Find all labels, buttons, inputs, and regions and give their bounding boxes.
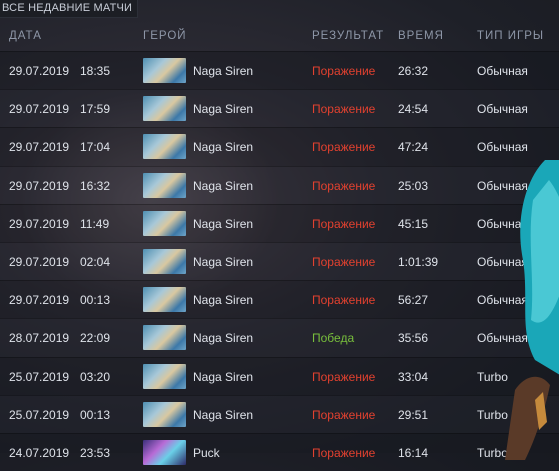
- match-duration: 47:24: [398, 140, 429, 155]
- hero-name: Naga Siren: [193, 369, 254, 384]
- match-row[interactable]: 25.07.2019 03:20 Naga Siren Поражение 33:04 T…: [0, 356, 559, 395]
- match-date: 29.07.2019: [9, 64, 70, 78]
- hero-name: Naga Siren: [193, 64, 254, 78]
- column-header-duration[interactable]: ВРЕМЯ: [398, 30, 444, 42]
- column-header-mode[interactable]: ТИП ИГРЫ: [477, 30, 544, 42]
- hero-portrait-icon: [143, 248, 186, 274]
- game-mode: Обычная: [477, 254, 528, 269]
- hero-name: Naga Siren: [193, 216, 254, 231]
- hero-portrait-icon: [143, 58, 186, 83]
- match-date: 29.07.2019: [9, 216, 70, 231]
- hero-name: Naga Siren: [193, 102, 254, 117]
- match-date: 28.07.2019: [9, 331, 70, 346]
- match-date: 29.07.2019: [9, 254, 70, 269]
- column-header-date[interactable]: ДАТА: [9, 30, 42, 42]
- hero-portrait-icon: [143, 439, 186, 465]
- hero-portrait-icon: [143, 325, 186, 351]
- match-time: 17:59: [80, 102, 111, 117]
- hero-name: Naga Siren: [193, 254, 254, 269]
- match-duration: 1:01:39: [398, 254, 439, 269]
- match-duration: 25:03: [398, 178, 429, 193]
- match-row[interactable]: 29.07.2019 16:32 Naga Siren Поражение 25:03 О…: [0, 165, 559, 204]
- game-mode: Обычная: [477, 331, 528, 346]
- match-row[interactable]: 28.07.2019 22:09 Naga Siren Победа 35:56 Обыч…: [0, 318, 559, 357]
- match-result: Поражение: [312, 293, 376, 308]
- match-date: 29.07.2019: [9, 140, 70, 155]
- match-duration: 26:32: [398, 64, 429, 78]
- match-time: 00:13: [80, 407, 111, 422]
- game-mode: Обычная: [477, 64, 528, 78]
- match-result: Поражение: [312, 178, 376, 193]
- match-duration: 29:51: [398, 407, 429, 422]
- hero-portrait-icon: [143, 287, 186, 313]
- panel-title[interactable]: ВСЕ НЕДАВНИЕ МАТЧИ: [0, 0, 139, 18]
- match-result: Поражение: [312, 407, 376, 422]
- match-row[interactable]: 29.07.2019 00:13 Naga Siren Поражение 56:27 О…: [0, 280, 559, 319]
- hero-portrait-icon: [143, 134, 186, 160]
- match-time: 00:13: [80, 293, 111, 308]
- hero-portrait-icon: [143, 172, 186, 198]
- match-duration: 56:27: [398, 293, 429, 308]
- match-time: 22:09: [80, 331, 111, 346]
- match-row[interactable]: 24.07.2019 23:53 Puck Поражение 16:14 Turbo: [0, 432, 559, 471]
- game-mode: Обычная: [477, 178, 528, 193]
- game-mode: Turbo: [477, 369, 508, 384]
- match-result: Поражение: [312, 254, 376, 269]
- column-header-hero[interactable]: ГЕРОЙ: [143, 30, 187, 42]
- game-mode: Обычная: [477, 102, 528, 117]
- match-result: Поражение: [312, 102, 376, 117]
- hero-portrait-icon: [143, 210, 186, 236]
- match-date: 25.07.2019: [9, 407, 70, 422]
- match-duration: 35:56: [398, 331, 429, 346]
- match-row[interactable]: 29.07.2019 11:49 Naga Siren Поражение 45:15 О…: [0, 203, 559, 242]
- game-mode: Обычная: [477, 140, 528, 155]
- match-duration: 24:54: [398, 102, 429, 117]
- match-result: Поражение: [312, 140, 376, 155]
- match-row[interactable]: 29.07.2019 17:04 Naga Siren Поражение 47:24 О…: [0, 127, 559, 166]
- match-duration: 45:15: [398, 216, 429, 231]
- match-result: Победа: [312, 331, 355, 346]
- hero-name: Naga Siren: [193, 331, 254, 346]
- match-time: 03:20: [80, 369, 111, 384]
- column-header-result[interactable]: РЕЗУЛЬТАТ: [312, 30, 384, 42]
- match-date: 29.07.2019: [9, 178, 70, 193]
- hero-name: Naga Siren: [193, 178, 254, 193]
- hero-name: Naga Siren: [193, 293, 254, 308]
- match-duration: 33:04: [398, 369, 429, 384]
- hero-portrait-icon: [143, 96, 186, 122]
- match-time: 02:04: [80, 254, 111, 269]
- match-result: Поражение: [312, 216, 376, 231]
- table-header: ДАТА ГЕРОЙ РЕЗУЛЬТАТ ВРЕМЯ ТИП ИГРЫ: [0, 22, 559, 50]
- match-row[interactable]: 25.07.2019 00:13 Naga Siren Поражение 29:51 T…: [0, 394, 559, 433]
- game-mode: Turbo: [477, 407, 508, 422]
- match-date: 25.07.2019: [9, 369, 70, 384]
- match-date: 29.07.2019: [9, 102, 70, 117]
- hero-portrait-icon: [143, 363, 186, 389]
- match-time: 17:04: [80, 140, 111, 155]
- match-date: 29.07.2019: [9, 293, 70, 308]
- match-row[interactable]: 29.07.2019 18:35 Naga Siren Поражение 26:32 О…: [0, 51, 559, 90]
- match-result: Поражение: [312, 64, 376, 78]
- game-mode: Обычная: [477, 216, 528, 231]
- match-time: 18:35: [80, 64, 111, 78]
- match-row[interactable]: 29.07.2019 17:59 Naga Siren Поражение 24:54 О…: [0, 89, 559, 128]
- hero-name: Naga Siren: [193, 407, 254, 422]
- match-list: 29.07.2019 18:35 Naga Siren Поражение 26:32 О…: [0, 51, 559, 471]
- hero-name: Naga Siren: [193, 140, 254, 155]
- match-time: 11:49: [80, 216, 110, 231]
- match-row[interactable]: 29.07.2019 02:04 Naga Siren Поражение 1:01:3…: [0, 241, 559, 281]
- game-mode: Обычная: [477, 293, 528, 308]
- match-time: 16:32: [80, 178, 111, 193]
- match-result: Поражение: [312, 369, 376, 384]
- hero-portrait-icon: [143, 401, 186, 427]
